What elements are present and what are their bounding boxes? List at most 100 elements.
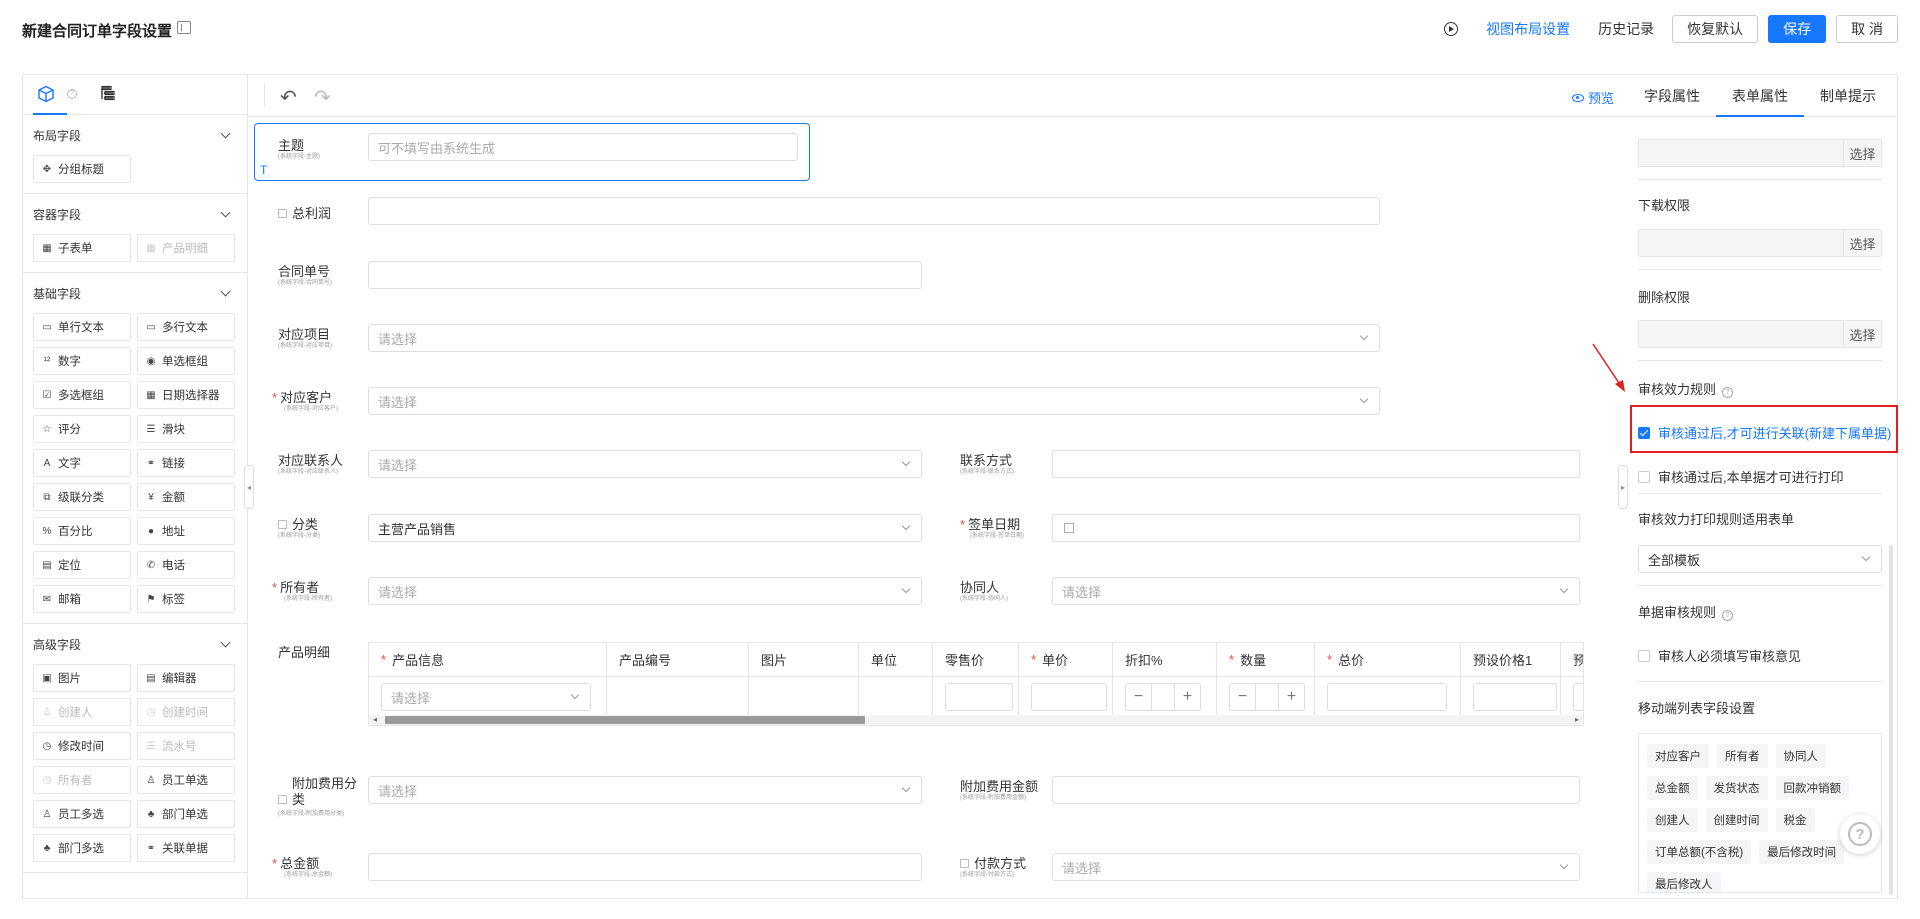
field-group-header[interactable]: 布局字段 xyxy=(33,115,237,155)
redo-icon[interactable]: ↷ xyxy=(314,85,331,110)
field-item[interactable]: ⧉ 级联分类 xyxy=(33,483,131,511)
field-item[interactable]: ✉ 邮箱 xyxy=(33,585,131,613)
field-item[interactable]: ⚑ 标签 xyxy=(137,585,235,613)
total-amount-input[interactable] xyxy=(368,853,922,881)
field-item[interactable]: % 百分比 xyxy=(33,517,131,545)
audit-option-print[interactable]: 审核通过后,本单据才可进行打印 xyxy=(1638,467,1844,486)
field-chip[interactable]: 对应客户 xyxy=(1647,744,1709,768)
stepper-value[interactable] xyxy=(1255,684,1279,710)
field-chip[interactable]: 回款冲销额 xyxy=(1775,776,1849,800)
field-item[interactable]: ¥ 金额 xyxy=(137,483,235,511)
project-select[interactable]: 请选择 xyxy=(368,324,1380,352)
chevron-down-icon[interactable] xyxy=(220,637,231,647)
plus-button[interactable]: + xyxy=(1279,684,1304,710)
chevron-down-icon[interactable] xyxy=(220,207,231,217)
discount-stepper[interactable]: − + xyxy=(1125,683,1201,711)
retail-price-input[interactable] xyxy=(945,683,1013,711)
field-item[interactable]: ♙ 员工单选 xyxy=(137,766,235,794)
minus-button[interactable]: − xyxy=(1126,684,1151,710)
field-group-header[interactable]: 高级字段 xyxy=(33,624,237,664)
field-chip[interactable]: 创建人 xyxy=(1647,808,1698,832)
field-item[interactable]: ♙ 员工多选 xyxy=(33,800,131,828)
field-item[interactable]: ✆ 电话 xyxy=(137,551,235,579)
help-button[interactable]: ? xyxy=(1840,814,1880,854)
field-item[interactable]: ☆ 评分 xyxy=(33,415,131,443)
field-chip[interactable]: 税金 xyxy=(1775,808,1815,832)
contract-no-input[interactable] xyxy=(368,261,922,289)
field-item[interactable]: ♣ 部门多选 xyxy=(33,834,131,862)
unit-price-input[interactable] xyxy=(1031,683,1107,711)
help-small-icon[interactable]: ? xyxy=(67,89,77,99)
plus-button[interactable]: + xyxy=(1175,684,1200,710)
vertical-scrollbar[interactable] xyxy=(1889,545,1893,895)
sign-date-input[interactable] xyxy=(1052,514,1580,542)
product-detail-table[interactable]: *产品信息产品编号图片单位零售价*单价折扣%*数量*总价预设价格1预设 请选择 … xyxy=(368,642,1584,726)
field-item[interactable]: ▤ 编辑器 xyxy=(137,664,235,692)
tab-form-tips[interactable]: 制单提示 xyxy=(1804,75,1892,116)
tab-form-properties[interactable]: 表单属性 xyxy=(1716,75,1804,117)
permission-picker[interactable]: 选择 xyxy=(1638,139,1882,167)
preset-price-input[interactable] xyxy=(1573,683,1583,711)
checkbox[interactable] xyxy=(1638,649,1650,662)
field-chip[interactable]: 创建时间 xyxy=(1705,808,1768,832)
minus-button[interactable]: − xyxy=(1230,684,1255,710)
total-profit-input[interactable] xyxy=(368,197,1380,225)
collapse-right-handle[interactable]: ▸ xyxy=(1618,465,1628,509)
extra-fee-category-select[interactable]: 请选择 xyxy=(368,776,922,804)
field-item[interactable]: ⚭ 链接 xyxy=(137,449,235,477)
scroll-thumb[interactable] xyxy=(385,716,865,724)
quantity-stepper[interactable]: − + xyxy=(1229,683,1305,711)
owner-select[interactable]: 请选择 xyxy=(368,577,922,605)
cancel-button[interactable]: 取 消 xyxy=(1836,15,1898,43)
field-chip[interactable]: 订单总额(不含税) xyxy=(1647,840,1752,864)
contact-select[interactable]: 请选择 xyxy=(368,450,922,478)
field-group-header[interactable]: 容器字段 xyxy=(33,194,237,234)
field-item[interactable]: ⚭ 关联单据 xyxy=(137,834,235,862)
category-select[interactable]: 主营产品销售 xyxy=(368,514,922,542)
field-chip[interactable]: 发货状态 xyxy=(1705,776,1768,800)
extra-fee-amount-input[interactable] xyxy=(1052,776,1580,804)
tree-icon[interactable] xyxy=(99,85,117,103)
download-permission-picker[interactable]: 选择 xyxy=(1638,229,1882,257)
field-chip[interactable]: 所有者 xyxy=(1717,744,1768,768)
cube-icon[interactable] xyxy=(37,85,55,103)
scroll-left-icon[interactable]: ◂ xyxy=(373,715,377,724)
field-item[interactable]: ▤ 定位 xyxy=(33,551,131,579)
field-item[interactable]: ▭ 多行文本 xyxy=(137,313,235,341)
field-item[interactable]: ● 地址 xyxy=(137,517,235,545)
undo-icon[interactable]: ↶ xyxy=(280,85,297,110)
stepper-value[interactable] xyxy=(1151,684,1175,710)
field-item[interactable]: ◷ 修改时间 xyxy=(33,732,131,760)
field-chip[interactable]: 最后修改时间 xyxy=(1759,840,1845,864)
delete-permission-picker[interactable]: 选择 xyxy=(1638,320,1882,348)
field-item[interactable]: ✥ 分组标题 xyxy=(33,155,131,183)
play-icon[interactable] xyxy=(1444,22,1459,36)
view-layout-link[interactable]: 视图布局设置 xyxy=(1486,19,1570,39)
history-link[interactable]: 历史记录 xyxy=(1598,19,1654,39)
field-item[interactable]: ♣ 部门单选 xyxy=(137,800,235,828)
select-button[interactable]: 选择 xyxy=(1843,140,1881,166)
horizontal-scrollbar[interactable]: ◂ ▸ xyxy=(369,715,1583,725)
field-chip[interactable]: 总金额 xyxy=(1647,776,1698,800)
audit-comment-option[interactable]: 审核人必须填写审核意见 xyxy=(1638,646,1801,665)
field-item[interactable]: ◉ 单选框组 xyxy=(137,347,235,375)
checkbox[interactable] xyxy=(1638,470,1650,483)
preset-price-input[interactable] xyxy=(1473,683,1557,711)
field-chip[interactable]: 协同人 xyxy=(1775,744,1826,768)
print-rule-form-select[interactable]: 全部模板 xyxy=(1638,545,1882,573)
select-button[interactable]: 选择 xyxy=(1843,321,1881,347)
field-item[interactable]: ▣ 图片 xyxy=(33,664,131,692)
field-item[interactable]: ▦ 子表单 xyxy=(33,234,131,262)
select-button[interactable]: 选择 xyxy=(1843,230,1881,256)
save-button[interactable]: 保存 xyxy=(1768,15,1827,43)
field-item[interactable]: A 文字 xyxy=(33,449,131,477)
total-price-input[interactable] xyxy=(1327,683,1447,711)
field-item[interactable]: ¹² 数字 xyxy=(33,347,131,375)
payment-method-select[interactable]: 请选择 xyxy=(1052,853,1580,881)
chevron-down-icon[interactable] xyxy=(220,128,231,138)
field-group-header[interactable]: 基础字段 xyxy=(33,273,237,313)
preview-button[interactable]: 预览 xyxy=(1571,88,1614,107)
field-item[interactable]: ☑ 多选框组 xyxy=(33,381,131,409)
scroll-right-icon[interactable]: ▸ xyxy=(1575,715,1579,724)
chevron-down-icon[interactable] xyxy=(220,286,231,296)
